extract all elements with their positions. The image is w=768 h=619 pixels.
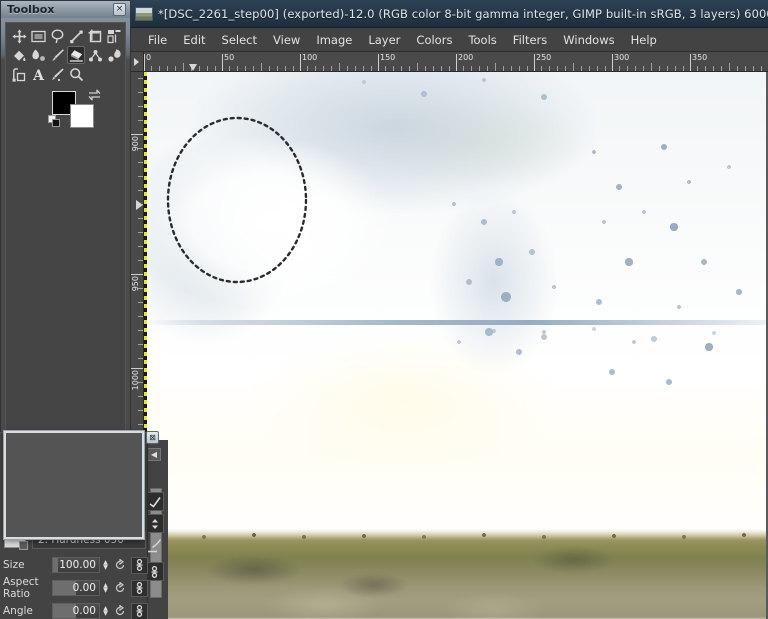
angle-label: Angle [3,605,33,617]
menu-item-image[interactable]: Image [308,30,360,50]
tool-grid: A [10,27,123,83]
toolbox-title-bar[interactable]: Toolbox [1,1,130,18]
rectangle-select-tool[interactable] [29,27,47,45]
ruler-unit-menu-button[interactable] [130,52,144,72]
v-ruler-label-1000: 1000 [131,370,140,391]
bucket-fill-tool[interactable] [10,46,28,64]
brush-popup-close-button[interactable]: ⊠ [146,431,159,444]
menu-item-select[interactable]: Select [214,30,265,50]
size-slider-fill [53,558,58,572]
v-ruler-label-900: 900 [131,136,140,152]
angle-value: 0.00 [72,605,96,617]
menu-item-windows[interactable]: Windows [555,30,622,50]
size-dynamics-link-button[interactable] [131,556,148,574]
size-reset-icon[interactable] [113,557,127,573]
unit-arrow-icon [134,57,139,66]
background-color-swatch[interactable] [70,104,94,128]
option-row-angle: Angle 0.00 ▲ ▼ [0,600,148,619]
h-ruler-label-0: 0 [146,53,152,62]
eraser-tool[interactable] [67,46,85,64]
option-row-size: Size 100.00 ▲ ▼ [0,554,148,576]
menu-item-help[interactable]: Help [623,30,665,50]
cloud-speckle-top [344,72,594,112]
gradient-tool[interactable] [86,46,104,64]
toolbox-title-label: Toolbox [7,3,55,16]
paths-tool[interactable] [67,27,85,45]
clone-tool[interactable] [105,46,123,64]
h-ruler-label-100: 100 [302,53,318,62]
option-row-aspect-ratio: Aspect Ratio 0.00 ▲ ▼ [0,576,148,600]
grass-edge-texture [144,533,768,539]
menu-item-tools[interactable]: Tools [460,30,504,50]
align-tool[interactable] [105,27,123,45]
aspect-ratio-spinner[interactable]: ▲ ▼ [101,580,110,596]
size-spinner[interactable]: ▲ ▼ [101,557,110,573]
image-thumbnail-icon [135,6,153,21]
v-ruler-position-marker [136,200,143,210]
size-label: Size [3,559,25,571]
brush-popup-frame[interactable] [4,431,144,539]
menu-item-view[interactable]: View [265,30,308,50]
h-ruler-position-marker [189,64,197,71]
menu-item-colors[interactable]: Colors [408,30,460,50]
image-canvas[interactable] [144,72,768,619]
crop-tool[interactable] [86,27,104,45]
h-ruler-label-300: 300 [614,53,630,62]
h-ruler-label-150: 150 [380,53,396,62]
gimp-application-window: *[DSC_2261_step00] (exported)-12.0 (RGB … [0,0,768,619]
v-ruler-label-950: 950 [131,276,140,292]
cloud-speckle-right-outer [649,132,759,422]
smudge-tool[interactable] [29,46,47,64]
horizon-speckles [474,325,768,347]
horizontal-ruler-ticks [144,54,762,71]
perspective-tool[interactable] [10,65,28,83]
angle-reset-icon[interactable] [113,603,127,619]
menu-item-edit[interactable]: Edit [175,30,213,50]
size-value: 100.00 [59,559,96,571]
brush-cursor-outline [166,116,308,284]
window-title-bar[interactable]: *[DSC_2261_step00] (exported)-12.0 (RGB … [130,0,768,28]
aspect-ratio-label: Aspect Ratio [3,576,39,600]
swap-colors-icon[interactable] [88,89,101,101]
window-title-text: *[DSC_2261_step00] (exported)-12.0 (RGB … [158,6,768,21]
aspect-ratio-value: 0.00 [72,582,96,594]
svg-text:A: A [32,68,45,82]
angle-slider[interactable]: 0.00 [52,603,100,619]
menu-bar: File Edit Select View Image Layer Colors… [130,28,768,52]
pencil-tool[interactable] [48,65,66,83]
aspect-ratio-slider[interactable]: 0.00 [52,580,100,596]
angle-dynamics-link-button[interactable] [131,602,148,619]
h-ruler-label-250: 250 [536,53,552,62]
menu-item-layer[interactable]: Layer [360,30,408,50]
reset-colors-icon[interactable] [48,115,61,128]
aspect-ratio-reset-icon[interactable] [113,580,127,596]
menu-item-filters[interactable]: Filters [505,30,555,50]
menu-item-file[interactable]: File [140,30,175,50]
horizontal-ruler[interactable]: 0 50 100 150 200 250 300 350 [144,52,768,72]
h-ruler-label-350: 350 [692,53,708,62]
paintbrush-tool[interactable] [48,46,66,64]
image-window: *[DSC_2261_step00] (exported)-12.0 (RGB … [130,0,768,619]
move-tool[interactable] [10,27,28,45]
angle-spinner[interactable]: ▲ ▼ [101,603,110,619]
color-swatch-area [48,89,108,131]
toolbox-close-button[interactable]: × [113,3,126,16]
brush-popup-dialog: ⊠ [0,428,163,540]
zoom-tool[interactable] [67,65,85,83]
aspect-ratio-dynamics-link-button[interactable] [131,579,148,597]
h-ruler-label-200: 200 [458,53,474,62]
size-slider[interactable]: 100.00 [52,557,100,573]
text-tool[interactable]: A [29,65,47,83]
ground-grass-region [144,530,768,619]
free-select-tool[interactable] [48,27,66,45]
h-ruler-label-50: 50 [224,53,235,62]
